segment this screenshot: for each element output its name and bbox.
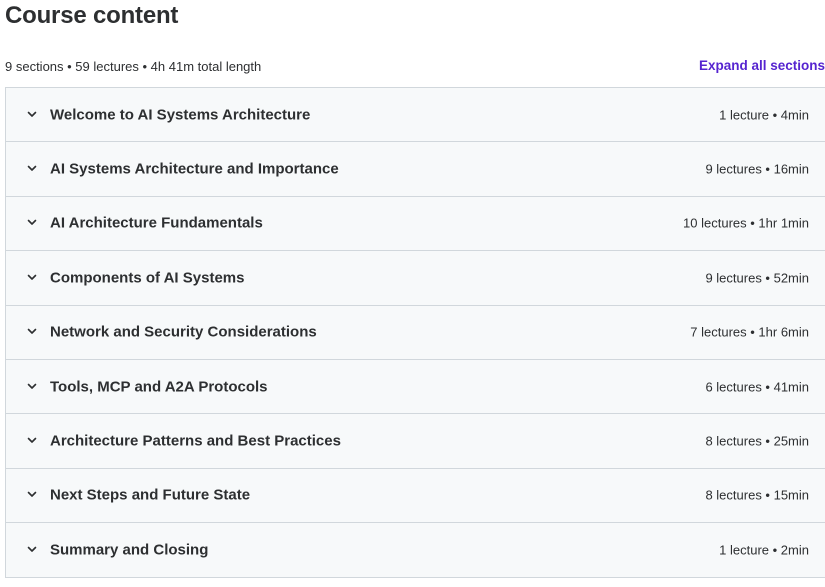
chevron-down-icon [26,380,38,392]
section-row[interactable]: Summary and Closing 1 lecture • 2min [6,523,825,578]
section-title: AI Architecture Fundamentals [50,214,263,232]
section-title: Summary and Closing [50,541,209,559]
section-meta: 8 lectures • 15min [705,487,809,503]
section-meta: 9 lectures • 16min [705,161,809,177]
page-title: Course content [5,2,179,29]
section-row[interactable]: Tools, MCP and A2A Protocols 6 lectures •… [6,359,825,415]
section-row[interactable]: Components of AI Systems 9 lectures • 52m… [6,251,825,306]
section-row[interactable]: AI Systems Architecture and Importance 9 … [6,142,825,197]
course-summary-row: 9 sections • 59 lectures • 4h 41m total … [5,58,825,77]
section-row[interactable]: Architecture Patterns and Best Practices… [6,414,825,469]
section-row[interactable]: Welcome to AI Systems Architecture 1 lect… [6,88,825,143]
section-row[interactable]: Next Steps and Future State 8 lectures • … [6,468,825,524]
chevron-down-icon [26,325,38,337]
chevron-down-icon [26,271,38,283]
expand-all-sections-button[interactable]: Expand all sections [699,58,825,73]
chevron-down-icon [26,108,38,120]
section-row[interactable]: AI Architecture Fundamentals 10 lectures … [6,196,825,252]
chevron-down-icon [26,488,38,500]
section-meta: 7 lectures • 1hr 6min [690,324,809,340]
section-meta: 9 lectures • 52min [705,270,809,286]
section-title: Tools, MCP and A2A Protocols [50,378,268,396]
section-meta: 6 lectures • 41min [705,379,809,395]
section-title: AI Systems Architecture and Importance [50,160,339,178]
section-title: Architecture Patterns and Best Practices [50,432,341,450]
section-meta: 10 lectures • 1hr 1min [683,215,809,231]
section-title: Network and Security Considerations [50,323,317,341]
section-meta: 8 lectures • 25min [705,433,809,449]
chevron-down-icon [26,434,38,446]
section-title: Components of AI Systems [50,269,245,287]
section-meta: 1 lecture • 2min [719,542,809,558]
section-meta: 1 lecture • 4min [719,107,809,123]
section-title: Next Steps and Future State [50,486,251,504]
chevron-down-icon [26,162,38,174]
section-row[interactable]: Network and Security Considerations 7 lec… [6,305,825,360]
section-title: Welcome to AI Systems Architecture [50,106,311,124]
section-list: Welcome to AI Systems Architecture 1 lect… [5,87,825,578]
course-summary: 9 sections • 59 lectures • 4h 41m total … [5,59,262,74]
chevron-down-icon [26,216,38,228]
chevron-down-icon [26,543,38,555]
